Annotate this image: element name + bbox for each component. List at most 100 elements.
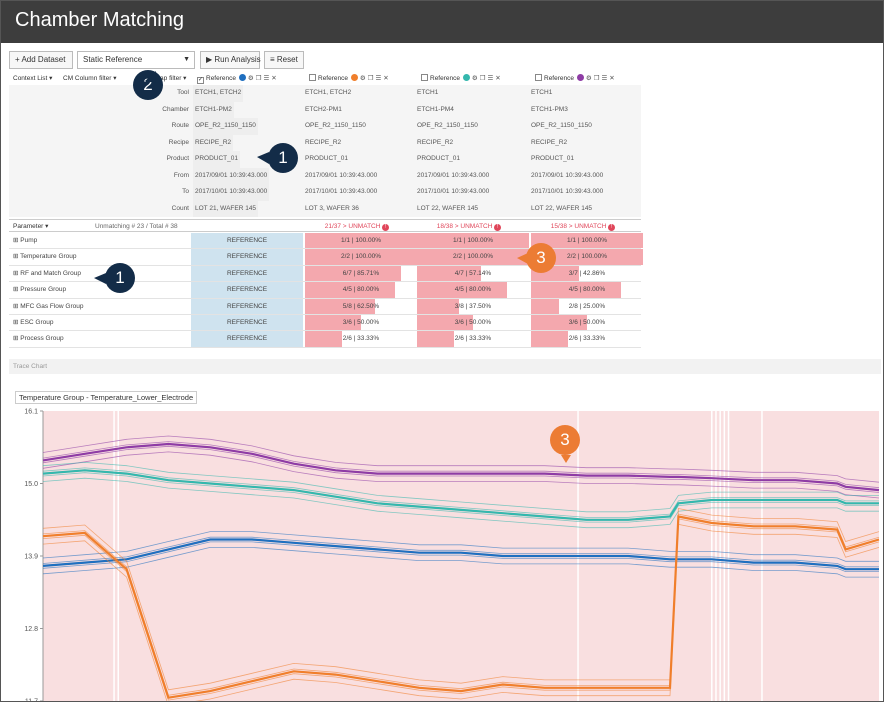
parameter-row[interactable]: ⊞ MFC Gas Flow Group REFERENCE 5/8 | 62.50… bbox=[9, 298, 643, 315]
column-checkbox[interactable] bbox=[421, 74, 428, 81]
parameter-name-label: ESC Group bbox=[20, 319, 54, 326]
match-ratio-text: 2/2 | 100.00% bbox=[341, 253, 381, 261]
close-icon[interactable]: ✕ bbox=[495, 73, 500, 85]
match-cell[interactable]: 2/6 | 33.33% bbox=[305, 331, 417, 347]
expand-icon[interactable]: ⊞ bbox=[13, 253, 18, 260]
match-cell[interactable]: 3/8 | 37.50% bbox=[417, 298, 529, 314]
match-cell[interactable]: 3/6 | 50.00% bbox=[305, 315, 417, 331]
match-cell[interactable]: 4/5 | 80.00% bbox=[531, 282, 643, 298]
match-ratio-text: 4/5 | 80.00% bbox=[568, 286, 606, 294]
match-cell[interactable]: 2/8 | 25.00% bbox=[531, 298, 643, 314]
match-cell[interactable]: 2/2 | 100.00% bbox=[305, 249, 417, 265]
meta-label: Route bbox=[171, 122, 189, 129]
meta-value: 2017/10/01 10:39:43.000 bbox=[417, 188, 490, 195]
close-icon[interactable]: ✕ bbox=[383, 73, 388, 85]
y-tick-label: 15.0 bbox=[24, 481, 38, 488]
trace-chart[interactable]: 16.1 15.0 13.9 12.8 11.7 bbox=[1, 405, 884, 702]
chevron-down-icon: ▼ bbox=[183, 56, 190, 63]
meta-value: 2017/10/01 10:39:43.000 bbox=[193, 184, 270, 201]
reference-cell: REFERENCE bbox=[191, 315, 303, 331]
expand-icon[interactable]: ⊞ bbox=[13, 319, 18, 326]
list-icon[interactable]: ☰ bbox=[375, 73, 381, 85]
reference-select[interactable]: Static Reference ▼ bbox=[77, 51, 195, 69]
context-list-dropdown[interactable]: Context List ▾ bbox=[13, 73, 52, 85]
meta-label: Recipe bbox=[168, 138, 189, 146]
close-icon[interactable]: ✕ bbox=[271, 73, 276, 85]
copy-icon[interactable]: ❐ bbox=[256, 73, 262, 85]
column-checkbox[interactable] bbox=[309, 74, 316, 81]
parameter-name[interactable]: ⊞ Process Group bbox=[13, 331, 64, 347]
match-cell[interactable]: 3/6 | 50.00% bbox=[417, 315, 529, 331]
meta-value: PRODUCT_01 bbox=[417, 155, 460, 162]
parameter-name[interactable]: ⊞ ESC Group bbox=[13, 315, 54, 331]
meta-row-to: To 2017/10/01 10:39:43.000 2017/10/01 10:3… bbox=[9, 184, 641, 201]
expand-icon[interactable]: ⊞ bbox=[13, 335, 18, 342]
match-cell[interactable]: 1/1 | 100.00% bbox=[305, 233, 417, 249]
match-cell[interactable]: 6/7 | 85.71% bbox=[305, 265, 417, 282]
match-cell[interactable]: 4/5 | 80.00% bbox=[417, 282, 529, 298]
close-icon[interactable]: ✕ bbox=[609, 73, 614, 85]
copy-icon[interactable]: ❐ bbox=[480, 73, 486, 85]
reference-cell: REFERENCE bbox=[191, 298, 303, 314]
dataset-column-header-3: Reference ⚙ ❐ ☰ ✕ bbox=[421, 73, 502, 85]
meta-value: LOT 21, WAFER 145 bbox=[193, 200, 259, 217]
expand-icon[interactable]: ⊞ bbox=[13, 270, 18, 277]
match-cell[interactable]: 3/6 | 50.00% bbox=[531, 315, 643, 331]
meta-value: ETCH1-PM2 bbox=[193, 101, 234, 118]
parameter-name[interactable]: ⊞ Temperature Group bbox=[13, 249, 77, 265]
meta-row-recipe: Recipe RECIPE_R2 RECIPE_R2 RECIPE_R2 RECIPE_… bbox=[9, 134, 641, 151]
parameter-name[interactable]: ⊞ Pump bbox=[13, 233, 37, 249]
settings-icon[interactable]: ⚙ bbox=[472, 73, 478, 85]
meta-value: RECIPE_R2 bbox=[531, 138, 568, 146]
meta-value: 2017/09/01 10:39:43.000 bbox=[305, 171, 378, 179]
list-icon[interactable]: ☰ bbox=[601, 73, 607, 85]
column-checkbox[interactable]: ✓ bbox=[197, 77, 204, 84]
unmatch-header-2: 18/38 > UNMATCH ! bbox=[413, 220, 525, 233]
column-header-row: Context List ▾ CM Column filter ▾ Gap fi… bbox=[9, 73, 641, 85]
meta-row-count: Count LOT 21, WAFER 145 LOT 3, WAFER 36 LOT… bbox=[9, 200, 641, 217]
match-cell[interactable]: 5/8 | 62.50% bbox=[305, 298, 417, 314]
parameter-header: Parameter ▾ Unmatching # 23 / Total # 38… bbox=[9, 219, 641, 232]
meta-value: 2017/09/01 10:39:43.000 bbox=[193, 167, 270, 184]
settings-icon[interactable]: ⚙ bbox=[586, 73, 592, 85]
parameter-name[interactable]: ⊞ Pressure Group bbox=[13, 282, 66, 298]
parameter-name-label: Pressure Group bbox=[20, 286, 67, 294]
parameter-dropdown[interactable]: Parameter ▾ bbox=[13, 220, 48, 233]
column-checkbox[interactable] bbox=[535, 74, 542, 81]
meta-value: ETCH1, ETCH2 bbox=[193, 85, 244, 102]
parameter-name[interactable]: ⊞ MFC Gas Flow Group bbox=[13, 299, 83, 315]
expand-icon[interactable]: ⊞ bbox=[13, 286, 18, 293]
run-analysis-button[interactable]: ▶ Run Analysis bbox=[200, 51, 261, 69]
reset-label: Reset bbox=[276, 55, 298, 64]
list-icon[interactable]: ☰ bbox=[263, 73, 269, 85]
annotation-badge-2: 2 bbox=[133, 70, 163, 100]
match-ratio-text: 3/8 | 37.50% bbox=[454, 302, 492, 310]
match-cell[interactable]: 4/5 | 80.00% bbox=[305, 282, 417, 298]
match-cell[interactable]: 2/2 | 100.00% bbox=[417, 249, 529, 265]
list-icon[interactable]: ☰ bbox=[487, 73, 493, 85]
match-cell[interactable]: 1/1 | 100.00% bbox=[417, 233, 529, 249]
meta-value: ETCH1, ETCH2 bbox=[305, 89, 352, 96]
parameter-row[interactable]: ⊞ Pressure Group REFERENCE 4/5 | 80.00% 4/5… bbox=[9, 282, 643, 299]
reference-cell: REFERENCE bbox=[191, 249, 303, 265]
expand-icon[interactable]: ⊞ bbox=[13, 237, 18, 244]
parameter-name[interactable]: ⊞ RF and Match Group bbox=[13, 266, 81, 282]
settings-icon[interactable]: ⚙ bbox=[248, 73, 254, 85]
reset-icon: ≡ bbox=[270, 55, 277, 64]
match-cell[interactable]: 4/7 | 57.14% bbox=[417, 265, 529, 282]
annotation-badge-3-chart: 3 bbox=[550, 425, 580, 455]
meta-value: 2017/09/01 10:39:43.000 bbox=[531, 171, 604, 179]
meta-value: ETCH1 bbox=[531, 89, 553, 96]
meta-row-route: Route OPE_R2_1150_1150 OPE_R2_1150_1150 OPE… bbox=[9, 118, 641, 135]
match-cell[interactable]: 2/6 | 33.33% bbox=[531, 331, 643, 347]
expand-icon[interactable]: ⊞ bbox=[13, 303, 18, 310]
add-dataset-button[interactable]: + Add Dataset bbox=[9, 51, 73, 69]
copy-icon[interactable]: ❐ bbox=[594, 73, 600, 85]
settings-icon[interactable]: ⚙ bbox=[360, 73, 366, 85]
parameter-row[interactable]: ⊞ ESC Group REFERENCE 3/6 | 50.00% 3/6 | 50… bbox=[9, 315, 643, 332]
reset-button[interactable]: ≡ Reset bbox=[264, 51, 304, 69]
match-cell[interactable]: 2/6 | 33.33% bbox=[417, 331, 529, 347]
cm-column-filter-dropdown[interactable]: CM Column filter ▾ bbox=[63, 73, 116, 85]
parameter-row[interactable]: ⊞ Process Group REFERENCE 2/6 | 33.33% 2/6 … bbox=[9, 331, 643, 348]
copy-icon[interactable]: ❐ bbox=[368, 73, 374, 85]
